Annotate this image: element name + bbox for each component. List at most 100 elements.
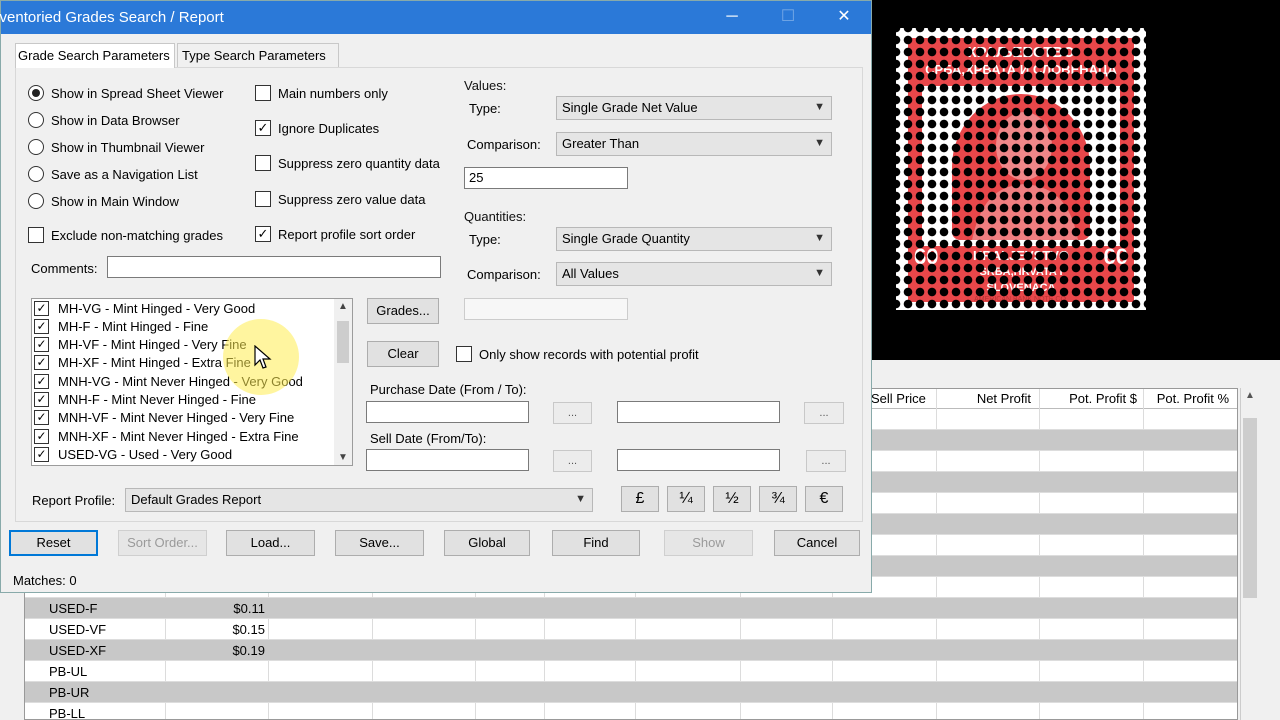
values-comparison-label: Comparison: bbox=[467, 137, 541, 152]
cell-grade: PB-UR bbox=[49, 685, 90, 700]
values-type-select[interactable]: Single Grade Net Value ▼ bbox=[556, 96, 832, 120]
global-button[interactable]: Global bbox=[444, 530, 530, 556]
quantities-type-select[interactable]: Single Grade Quantity ▼ bbox=[556, 227, 832, 251]
suppress-zero-value-checkbox[interactable] bbox=[255, 191, 271, 207]
grade-checkbox[interactable]: ✓ bbox=[34, 392, 49, 407]
stamp-printer-note: AMERICAN BANK NOTE CO. bbox=[974, 296, 1068, 303]
quantities-amount-input bbox=[464, 298, 628, 320]
tab-grade-search[interactable]: Grade Search Parameters bbox=[15, 43, 175, 68]
grades-button[interactable]: Grades... bbox=[367, 298, 439, 324]
chevron-down-icon: ▼ bbox=[814, 137, 825, 149]
chevron-down-icon: ▼ bbox=[814, 101, 825, 113]
values-comparison-select[interactable]: Greater Than ▼ bbox=[556, 132, 832, 156]
radio-spreadsheet-viewer[interactable] bbox=[28, 85, 44, 101]
stamp-image: КРАЉЕВСТВО СРБА,ХРВАТА И СЛОВЕНАЦА 60 60… bbox=[896, 28, 1146, 310]
cancel-button[interactable]: Cancel bbox=[774, 530, 860, 556]
sell-date-to-picker[interactable]: ... bbox=[806, 450, 846, 472]
grades-list-scrollbar[interactable]: ▲ ▼ bbox=[334, 299, 352, 465]
half-symbol-button[interactable]: ½ bbox=[713, 486, 751, 512]
cell-grade: USED-XF bbox=[49, 643, 107, 658]
grade-checkbox[interactable]: ✓ bbox=[34, 319, 49, 334]
ignore-duplicates-checkbox[interactable]: ✓ bbox=[255, 120, 271, 136]
grade-checkbox[interactable]: ✓ bbox=[34, 355, 49, 370]
option-label: Suppress zero value data bbox=[278, 192, 426, 207]
stamp-portrait-frame bbox=[922, 86, 1120, 246]
table-row[interactable]: PB-LL bbox=[25, 703, 1237, 720]
load-button[interactable]: Load... bbox=[226, 530, 315, 556]
clear-button[interactable]: Clear bbox=[367, 341, 439, 367]
sell-date-from-input[interactable] bbox=[366, 449, 529, 471]
grade-checkbox[interactable]: ✓ bbox=[34, 337, 49, 352]
chevron-down-icon: ▼ bbox=[814, 232, 825, 244]
scroll-thumb[interactable] bbox=[1243, 418, 1257, 598]
table-row[interactable]: USED-F $0.11 bbox=[25, 598, 1237, 619]
pound-symbol-button[interactable]: £ bbox=[621, 486, 659, 512]
table-row[interactable]: USED-VF $0.15 bbox=[25, 619, 1237, 640]
quantities-comparison-label: Comparison: bbox=[467, 267, 541, 282]
table-row[interactable]: USED-XF $0.19 bbox=[25, 640, 1237, 661]
cell-grade: USED-F bbox=[49, 601, 98, 616]
purchase-date-to-picker[interactable]: ... bbox=[804, 402, 844, 424]
table-row[interactable]: PB-UR bbox=[25, 682, 1237, 703]
grades-list[interactable]: ✓ MH-VG - Mint Hinged - Very Good ✓ MH-F -… bbox=[31, 298, 353, 466]
window-title: Inventoried Grades Search / Report bbox=[0, 9, 224, 26]
report-profile-select[interactable]: Default Grades Report ▼ bbox=[125, 488, 593, 512]
tab-type-search[interactable]: Type Search Parameters bbox=[177, 43, 339, 68]
table-row[interactable]: PB-UL bbox=[25, 661, 1237, 682]
quarter-symbol-button[interactable]: ¼ bbox=[667, 486, 705, 512]
save-button[interactable]: Save... bbox=[335, 530, 424, 556]
grade-checkbox[interactable]: ✓ bbox=[34, 429, 49, 444]
grade-checkbox[interactable]: ✓ bbox=[34, 447, 49, 462]
minimize-icon[interactable]: ─ bbox=[709, 1, 755, 34]
spreadsheet-scrollbar[interactable]: ▲ bbox=[1240, 388, 1258, 720]
purchase-date-from-input[interactable] bbox=[366, 401, 529, 423]
radio-data-browser[interactable] bbox=[28, 112, 44, 128]
exclude-nonmatching-label: Exclude non-matching grades bbox=[51, 228, 223, 243]
radio-main-window[interactable] bbox=[28, 193, 44, 209]
sort-order-button: Sort Order... bbox=[118, 530, 207, 556]
sell-date-to-input[interactable] bbox=[617, 449, 780, 471]
cell-grade: PB-LL bbox=[49, 706, 86, 720]
header-pot-profit-percent[interactable]: Pot. Profit % bbox=[1143, 391, 1235, 406]
values-type-label: Type: bbox=[469, 101, 501, 116]
radio-label: Show in Data Browser bbox=[51, 113, 180, 128]
find-button[interactable]: Find bbox=[552, 530, 640, 556]
sell-date-from-picker[interactable]: ... bbox=[553, 450, 592, 472]
grade-checkbox[interactable]: ✓ bbox=[34, 301, 49, 316]
grade-checkbox[interactable]: ✓ bbox=[34, 374, 49, 389]
grade-checkbox[interactable]: ✓ bbox=[34, 410, 49, 425]
reset-button[interactable]: Reset bbox=[9, 530, 98, 556]
header-pot-profit-dollar[interactable]: Pot. Profit $ bbox=[1039, 391, 1143, 406]
header-net-profit[interactable]: Net Profit bbox=[937, 391, 1037, 406]
option-label: Report profile sort order bbox=[278, 227, 416, 242]
values-amount-input[interactable]: 25 bbox=[464, 167, 628, 189]
title-bar[interactable]: Inventoried Grades Search / Report ─ ☐ ✕ bbox=[0, 1, 871, 34]
potential-profit-checkbox[interactable] bbox=[456, 346, 472, 362]
radio-thumbnail-viewer[interactable] bbox=[28, 139, 44, 155]
scroll-up-icon[interactable]: ▲ bbox=[334, 301, 352, 312]
profile-sort-order-checkbox[interactable]: ✓ bbox=[255, 226, 271, 242]
three-quarter-symbol-button[interactable]: ¾ bbox=[759, 486, 797, 512]
option-label: Suppress zero quantity data bbox=[278, 156, 440, 171]
scroll-down-icon[interactable]: ▼ bbox=[334, 452, 352, 463]
show-button: Show bbox=[664, 530, 753, 556]
quantities-type-label: Type: bbox=[469, 232, 501, 247]
scroll-up-icon[interactable]: ▲ bbox=[1241, 390, 1259, 401]
cell-value: $0.15 bbox=[232, 622, 265, 637]
quantities-group-label: Quantities: bbox=[464, 209, 527, 224]
stamp-value-right: 60 bbox=[1103, 244, 1128, 269]
purchase-date-to-input[interactable] bbox=[617, 401, 780, 423]
cell-grade: PB-UL bbox=[49, 664, 88, 679]
stamp-bottom-line1: KRALJEVSTVO bbox=[972, 248, 1070, 263]
close-icon[interactable]: ✕ bbox=[821, 1, 867, 34]
stamp-top-line1: КРАЉЕВСТВО bbox=[967, 44, 1075, 61]
radio-navigation-list[interactable] bbox=[28, 166, 44, 182]
scroll-thumb[interactable] bbox=[337, 321, 349, 363]
exclude-nonmatching-checkbox[interactable] bbox=[28, 227, 44, 243]
quantities-comparison-select[interactable]: All Values ▼ bbox=[556, 262, 832, 286]
comments-input[interactable] bbox=[107, 256, 441, 278]
suppress-zero-quantity-checkbox[interactable] bbox=[255, 155, 271, 171]
purchase-date-from-picker[interactable]: ... bbox=[553, 402, 592, 424]
euro-symbol-button[interactable]: € bbox=[805, 486, 843, 512]
main-numbers-checkbox[interactable] bbox=[255, 85, 271, 101]
